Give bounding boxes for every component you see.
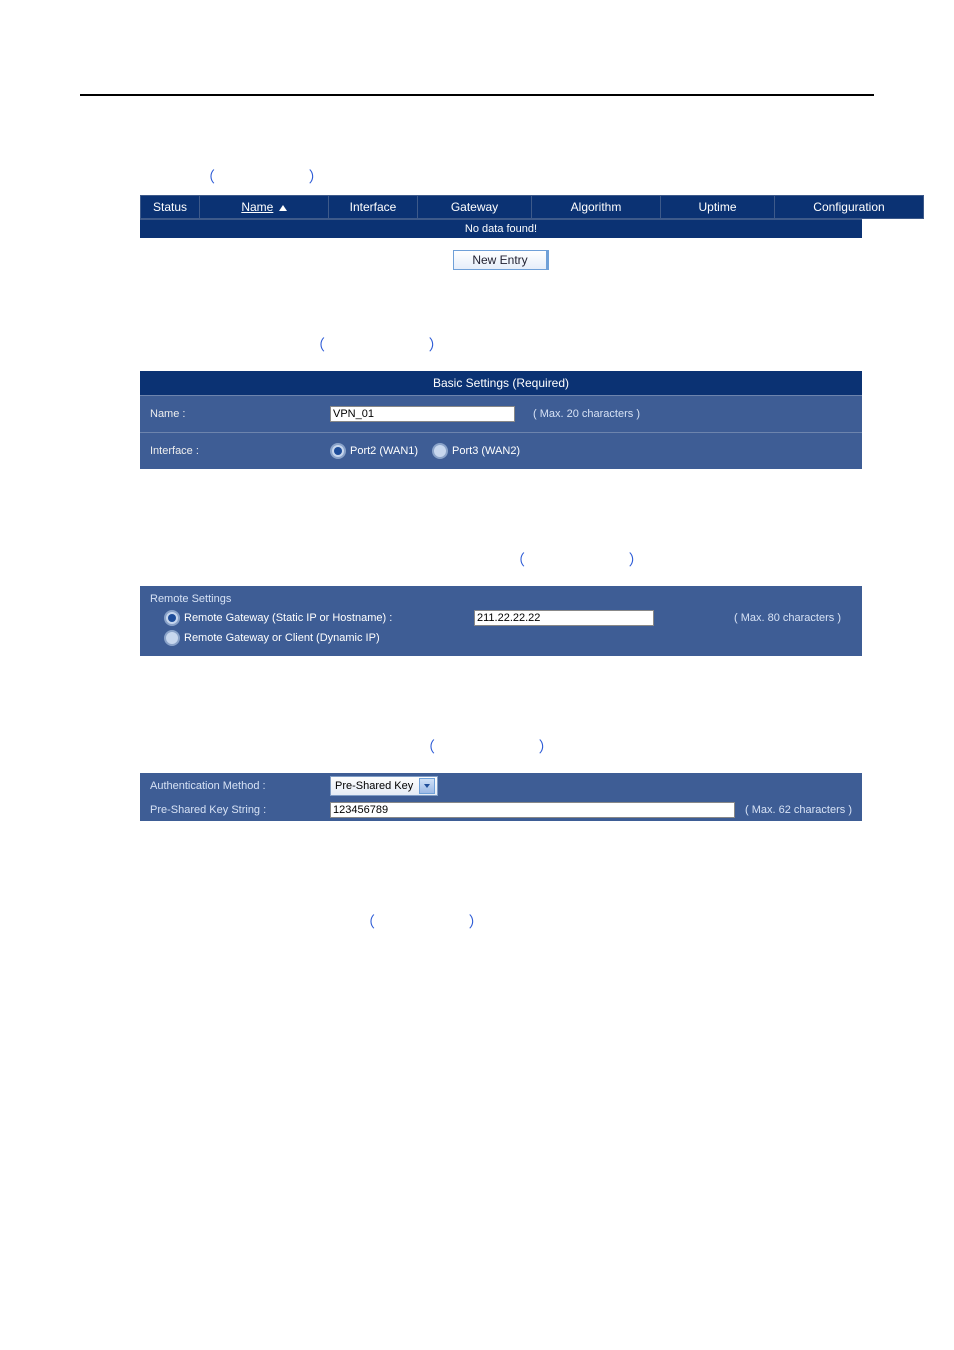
header-divider — [80, 94, 874, 96]
basic-interface-label: Interface : — [150, 445, 330, 457]
col-header-configuration: Configuration — [775, 196, 924, 219]
chevron-down-icon — [419, 778, 435, 794]
psk-hint: ( Max. 62 characters ) — [745, 804, 852, 816]
auth-method-row: Authentication Method : Pre-Shared Key — [140, 773, 862, 799]
col-header-status: Status — [141, 196, 200, 219]
col-header-uptime: Uptime — [661, 196, 775, 219]
remote-static-row: Remote Gateway (Static IP or Hostname) :… — [150, 608, 852, 628]
paren-right-5: ） — [469, 914, 484, 931]
basic-settings-panel: Basic Settings (Required) Name : ( Max. … — [140, 371, 862, 469]
paren-right-3: ） — [629, 552, 644, 569]
paren-left-1: （ — [200, 169, 215, 186]
paren-left-5: （ — [360, 914, 375, 931]
interface-wan1-label: Port2 (WAN1) — [350, 445, 418, 457]
auth-method-value: Pre-Shared Key — [335, 780, 413, 792]
interface-wan1-radio[interactable] — [330, 443, 346, 459]
psk-label: Pre-Shared Key String : — [150, 804, 330, 816]
remote-settings-panel: Remote Settings Remote Gateway (Static I… — [140, 586, 862, 656]
col-header-interface: Interface — [329, 196, 418, 219]
psk-row: Pre-Shared Key String : ( Max. 62 charac… — [140, 799, 862, 821]
basic-name-input[interactable] — [330, 406, 515, 422]
no-data-row: No data found! — [140, 219, 862, 238]
psk-input[interactable] — [330, 802, 735, 818]
auth-method-select[interactable]: Pre-Shared Key — [330, 776, 438, 796]
auth-method-label: Authentication Method : — [150, 780, 330, 792]
paren-right-1: ） — [309, 169, 324, 186]
new-entry-button[interactable]: New Entry — [453, 250, 548, 270]
ipsec-list-table: Status Name Interface Gateway Algorithm … — [140, 195, 924, 219]
authentication-panel: Authentication Method : Pre-Shared Key P… — [140, 773, 862, 821]
basic-name-hint: ( Max. 20 characters ) — [533, 408, 640, 420]
col-header-name[interactable]: Name — [200, 196, 329, 219]
figure-caption-4: （ ） — [80, 736, 874, 757]
remote-dynamic-label: Remote Gateway or Client (Dynamic IP) — [184, 632, 474, 644]
remote-dynamic-row: Remote Gateway or Client (Dynamic IP) — [150, 628, 852, 648]
paren-right-2: ） — [429, 337, 444, 354]
remote-static-label: Remote Gateway (Static IP or Hostname) : — [184, 612, 474, 624]
basic-name-label: Name : — [150, 408, 330, 420]
col-header-name-label: Name — [241, 200, 273, 214]
basic-name-row: Name : ( Max. 20 characters ) — [140, 395, 862, 432]
col-header-algorithm: Algorithm — [532, 196, 661, 219]
basic-interface-row: Interface : Port2 (WAN1) Port3 (WAN2) — [140, 432, 862, 469]
remote-settings-heading: Remote Settings — [150, 590, 852, 608]
figure-caption-1: （ ） — [80, 166, 874, 187]
sort-ascending-icon — [279, 205, 287, 211]
figure-caption-2: （ ） — [80, 334, 874, 355]
col-header-gateway: Gateway — [418, 196, 532, 219]
remote-static-radio[interactable] — [164, 610, 180, 626]
paren-right-4: ） — [539, 739, 554, 756]
paren-left-4: （ — [420, 739, 435, 756]
remote-dynamic-radio[interactable] — [164, 630, 180, 646]
basic-settings-title: Basic Settings (Required) — [140, 371, 862, 395]
interface-wan2-radio[interactable] — [432, 443, 448, 459]
remote-gateway-hint: ( Max. 80 characters ) — [734, 612, 841, 624]
interface-wan2-label: Port3 (WAN2) — [452, 445, 520, 457]
table-header-row: Status Name Interface Gateway Algorithm … — [141, 196, 924, 219]
paren-left-2: （ — [310, 337, 325, 354]
remote-gateway-input[interactable] — [474, 610, 654, 626]
figure-caption-3: （ ） — [80, 549, 874, 570]
figure-caption-5: （ ） — [80, 911, 874, 932]
paren-left-3: （ — [510, 552, 525, 569]
new-entry-row: New Entry — [140, 238, 862, 274]
